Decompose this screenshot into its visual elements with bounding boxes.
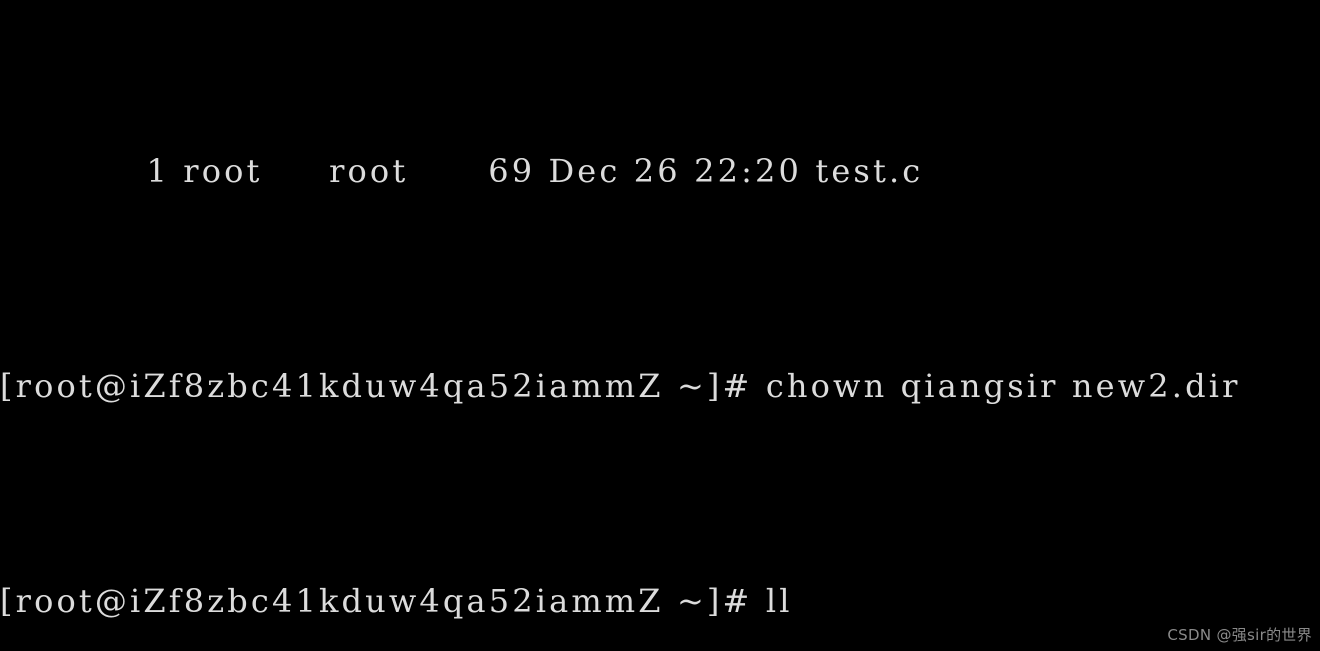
scrollback-clipped-line: 1 root root 69 Dec 26 22:20 test.c	[0, 152, 924, 190]
shell-prompt: [root@iZf8zbc41kduw4qa52iammZ ~]#	[0, 367, 766, 405]
terminal-screen[interactable]: 1 root root 69 Dec 26 22:20 test.c [root…	[0, 0, 1320, 651]
csdn-watermark: CSDN @强sir的世界	[1167, 626, 1312, 644]
command-text-ll: ll	[765, 582, 793, 620]
shell-prompt: [root@iZf8zbc41kduw4qa52iammZ ~]#	[0, 582, 766, 620]
command-line-ll-1: [root@iZf8zbc41kduw4qa52iammZ ~]# ll	[0, 580, 1320, 623]
command-text-chown: chown qiangsir new2.dir	[765, 367, 1241, 405]
terminal-window[interactable]: 1 root root 69 Dec 26 22:20 test.c [root…	[0, 0, 1320, 651]
command-line-chown: [root@iZf8zbc41kduw4qa52iammZ ~]# chown …	[0, 365, 1320, 408]
